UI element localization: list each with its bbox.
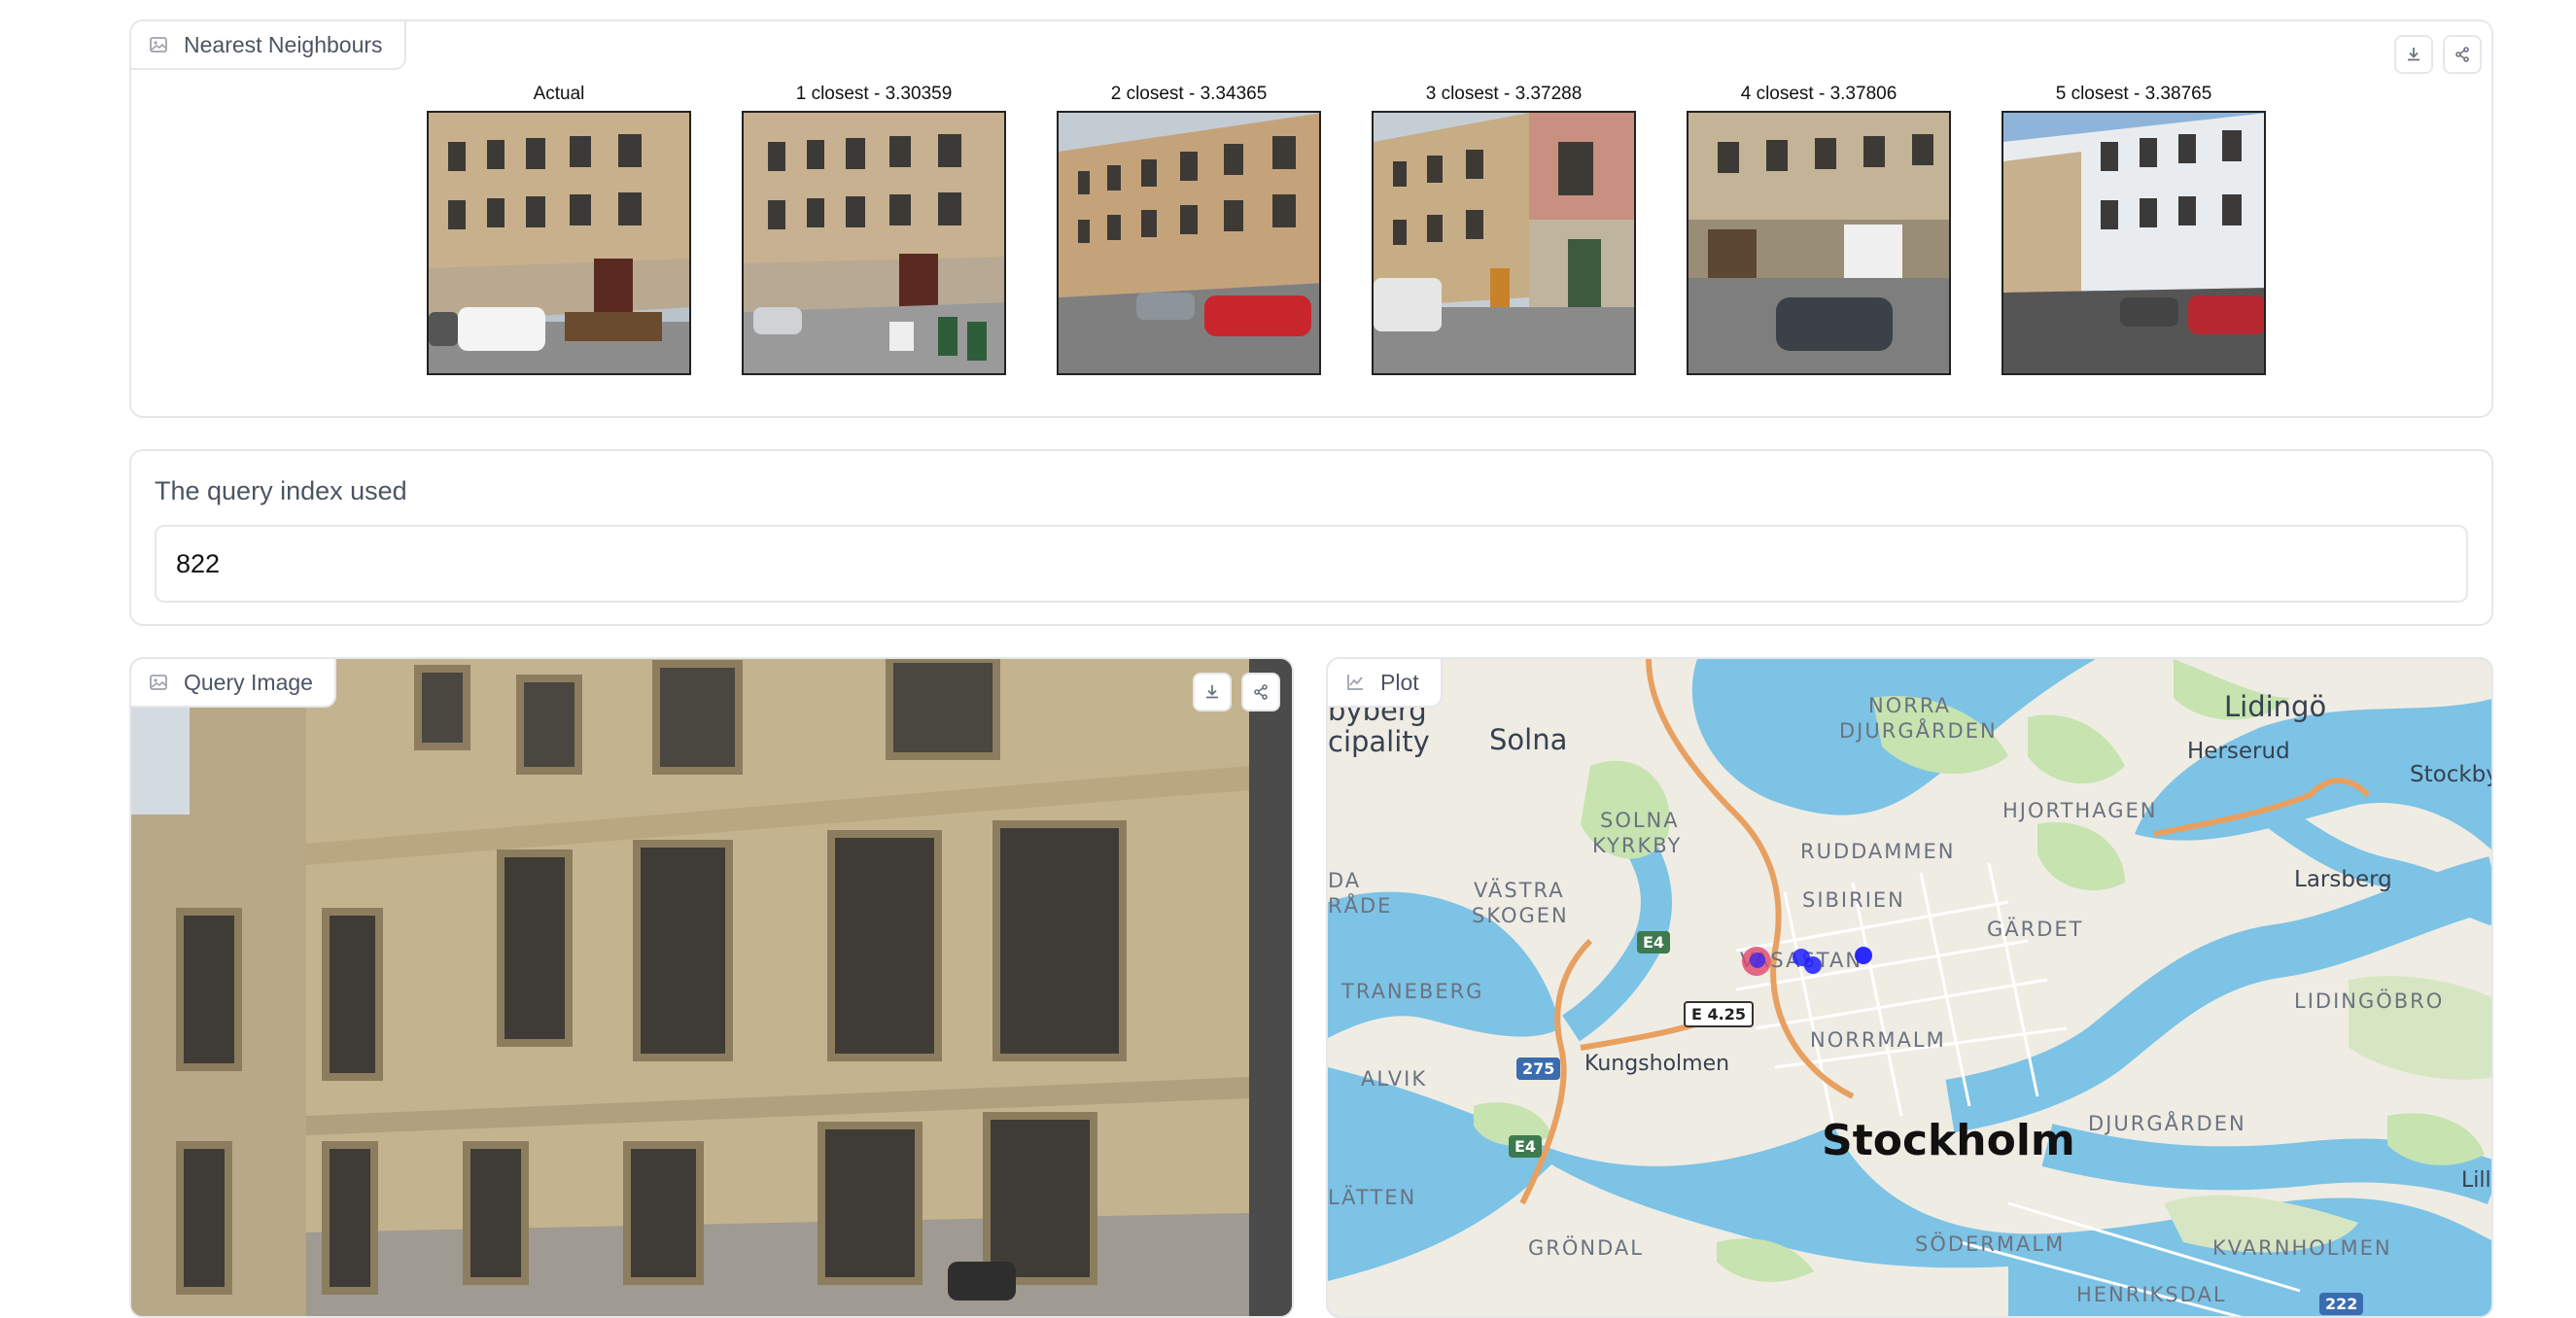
map-label-lilla: Lilla bbox=[2461, 1168, 2491, 1193]
gallery-actions bbox=[2394, 35, 2482, 74]
road-sign-275: 275 bbox=[1516, 1058, 1561, 1080]
map-label-gardet: GÄRDET bbox=[1987, 918, 2084, 941]
query-image-actions bbox=[1193, 673, 1280, 711]
road-sign-e425: E 4.25 bbox=[1684, 1001, 1754, 1027]
map-label-stockby: Stockby bbox=[2410, 762, 2493, 787]
map-label-vastra: VÄSTRA bbox=[1474, 879, 1565, 902]
map-label-solna-kyrkby-2: KYRKBY bbox=[1592, 834, 1683, 857]
map-label-skogen: SKOGEN bbox=[1472, 904, 1569, 927]
map-label-alvik: ALVIK bbox=[1361, 1067, 1428, 1091]
gallery-caption-4: 4 closest - 3.37806 bbox=[1740, 84, 1897, 104]
map-label-traneberg: TRANEBERG bbox=[1341, 980, 1484, 1003]
download-icon bbox=[2408, 48, 2419, 61]
gallery-image-5[interactable] bbox=[2002, 111, 2266, 375]
map-label-norra: NORRA bbox=[1868, 694, 1951, 717]
gallery-image-1[interactable] bbox=[742, 111, 1006, 375]
gallery-image-actual[interactable] bbox=[427, 111, 691, 375]
download-button[interactable] bbox=[2394, 35, 2433, 74]
nearest-neighbours-label: Nearest Neighbours bbox=[131, 21, 406, 70]
map-label-grondal: GRÖNDAL bbox=[1528, 1236, 1644, 1260]
map-label-djurgarden-north: DJURGÅRDEN bbox=[1839, 719, 1998, 743]
map[interactable]: byberg cipality Solna Lidingö Herserud S… bbox=[1328, 659, 2493, 1316]
query-index-panel: The query index used 822 bbox=[129, 449, 2493, 626]
image-icon bbox=[149, 673, 168, 692]
share-icon bbox=[2455, 47, 2469, 62]
map-label-ruddammen: RUDDAMMEN bbox=[1800, 840, 1956, 863]
share-button[interactable] bbox=[2443, 35, 2482, 74]
map-label-djurgarden: DJURGÅRDEN bbox=[2088, 1112, 2246, 1135]
road-sign-e4: E4 bbox=[1637, 931, 1671, 954]
map-label-kungsholmen: Kungsholmen bbox=[1584, 1052, 1730, 1076]
nearest-neighbours-title: Nearest Neighbours bbox=[184, 31, 383, 57]
map-label-sibirien: SIBIRIEN bbox=[1802, 888, 1905, 912]
map-label-larsberg: Larsberg bbox=[2294, 867, 2392, 892]
map-label-hjorthagen: HJORTHAGEN bbox=[2002, 799, 2158, 822]
map-label-herserud: Herserud bbox=[2187, 739, 2290, 764]
map-label-lidingo: Lidingö bbox=[2224, 690, 2327, 723]
query-image-label: Query Image bbox=[131, 659, 336, 708]
gallery-caption-2: 2 closest - 3.34365 bbox=[1110, 84, 1268, 104]
chart-icon bbox=[1345, 673, 1365, 692]
map-marker-neighbour[interactable] bbox=[1804, 956, 1822, 974]
gallery-caption-3: 3 closest - 3.37288 bbox=[1425, 84, 1583, 104]
gallery-image-4[interactable] bbox=[1687, 111, 1951, 375]
query-index-value: 822 bbox=[176, 548, 221, 578]
map-label-henriksdal: HENRIKSDAL bbox=[2076, 1283, 2227, 1306]
map-label-sodermalm: SÖDERMALM bbox=[1915, 1232, 2066, 1256]
map-label-rade: RÅDE bbox=[1328, 894, 1393, 918]
plot-label-overlay: Plot bbox=[1328, 659, 1443, 708]
query-index-label: The query index used bbox=[155, 476, 407, 505]
nearest-neighbours-panel: Nearest Neighbours Actual 1 closest - 3.… bbox=[129, 19, 2493, 418]
query-image[interactable] bbox=[131, 659, 1292, 1316]
road-sign-e4-south: E4 bbox=[1509, 1135, 1543, 1158]
map-label-solna: Solna bbox=[1489, 723, 1568, 756]
map-label-solna-kyrkby-1: SOLNA bbox=[1600, 809, 1680, 832]
download-button[interactable] bbox=[1193, 673, 1232, 711]
map-marker-neighbour[interactable] bbox=[1750, 953, 1765, 968]
map-label-norrmalm: NORRMALM bbox=[1810, 1028, 1946, 1052]
query-index-field[interactable]: 822 bbox=[155, 525, 2468, 603]
download-icon bbox=[1206, 685, 1218, 699]
query-image-title: Query Image bbox=[184, 669, 313, 695]
share-icon bbox=[1254, 684, 1268, 700]
map-label-kvarnholmen: KVARNHOLMEN bbox=[2212, 1236, 2392, 1260]
map-label-latten: LÄTTEN bbox=[1328, 1186, 1417, 1209]
map-label-cipality: cipality bbox=[1328, 725, 1430, 758]
image-icon bbox=[149, 35, 168, 54]
map-marker-neighbour[interactable] bbox=[1855, 947, 1872, 964]
gallery-image-3[interactable] bbox=[1372, 111, 1636, 375]
gallery-caption-1: 1 closest - 3.30359 bbox=[795, 84, 953, 104]
plot-panel: Plot bbox=[1326, 657, 2493, 1318]
query-image-panel: Query Image bbox=[129, 657, 1294, 1318]
gallery-image-2[interactable] bbox=[1057, 111, 1321, 375]
plot-title-overlay: Plot bbox=[1380, 669, 1419, 695]
map-label-da: DA bbox=[1328, 869, 1362, 892]
gallery-caption-actual: Actual bbox=[533, 84, 585, 104]
map-label-lidingobro: LIDINGÖBRO bbox=[2294, 989, 2445, 1013]
share-button[interactable] bbox=[1241, 673, 1280, 711]
gallery-caption-5: 5 closest - 3.38765 bbox=[2055, 84, 2212, 104]
map-label-stockholm: Stockholm bbox=[1822, 1116, 2075, 1165]
